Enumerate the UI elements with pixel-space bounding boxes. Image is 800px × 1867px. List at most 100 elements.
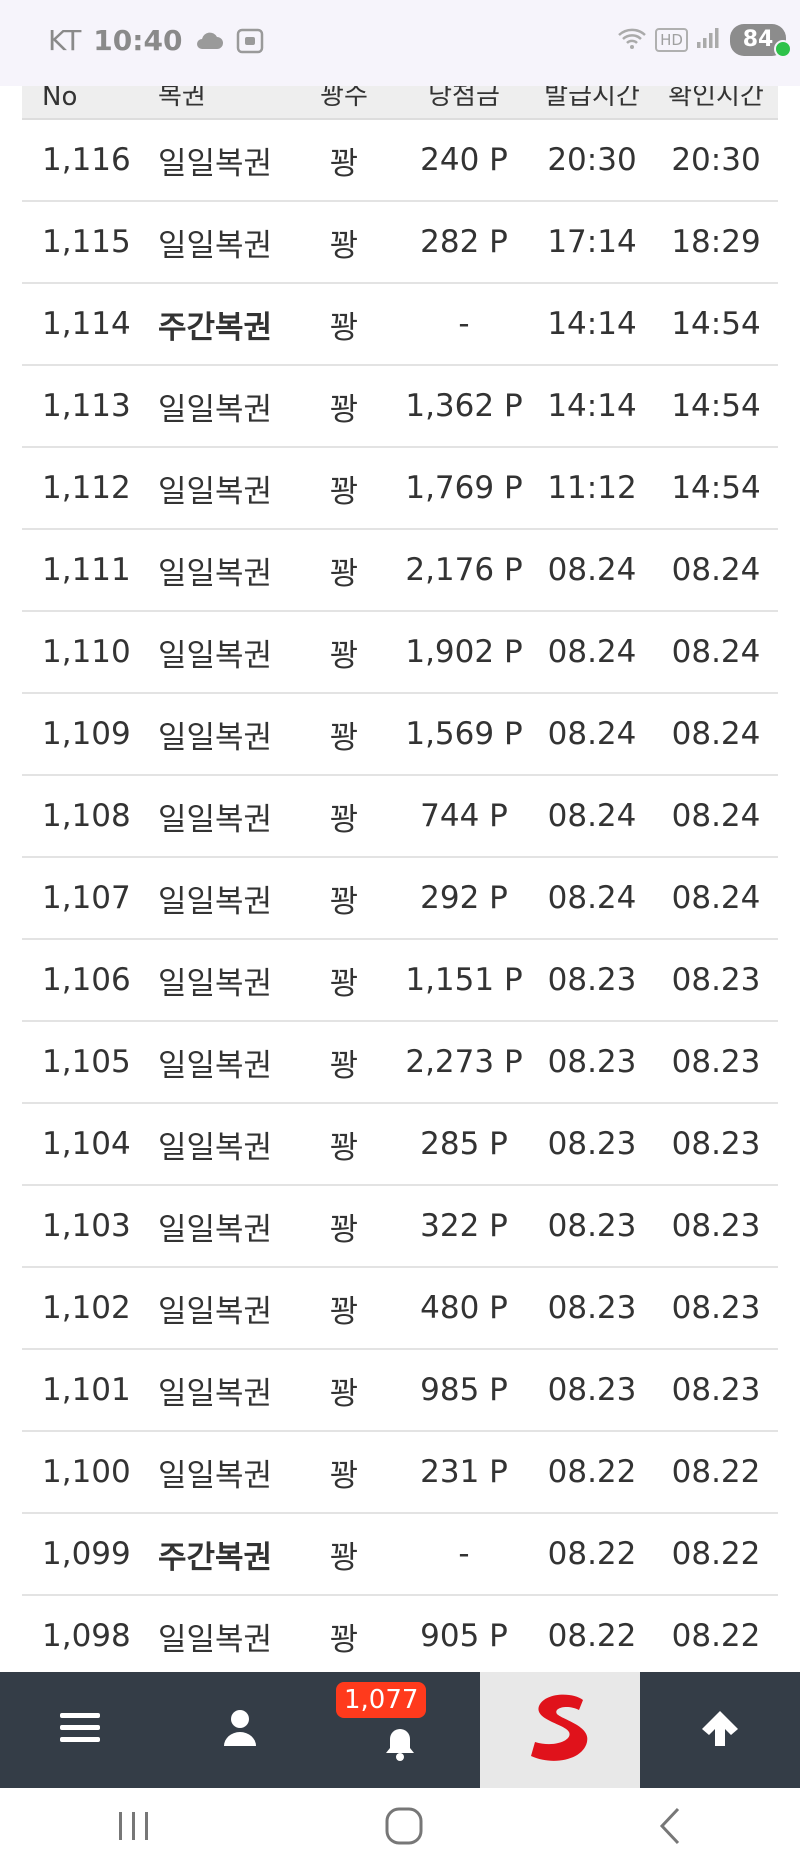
- row-lottery-type: 주간복권: [158, 309, 273, 346]
- row-result: 꽝: [329, 555, 359, 592]
- row-result: 꽝: [329, 1621, 359, 1658]
- row-checked-time: 18:29: [671, 224, 761, 260]
- notifications-button[interactable]: 1,077: [320, 1672, 480, 1788]
- row-lottery-type: 주간복권: [158, 1539, 273, 1576]
- back-button[interactable]: [656, 1806, 684, 1850]
- cloud-icon: [194, 31, 224, 51]
- row-number: 1,116: [42, 142, 131, 178]
- row-lottery-type: 일일복권: [158, 227, 273, 264]
- table-row: 1,106 일일복권 꽝 1,151 P 08.23 08.23: [22, 940, 778, 1022]
- row-issued-time: 08.22: [547, 1536, 637, 1572]
- row-checked-time: 08.22: [671, 1536, 761, 1572]
- table-row: 1,102 일일복권 꽝 480 P 08.23 08.23: [22, 1268, 778, 1350]
- row-lottery-type: 일일복권: [158, 1293, 273, 1330]
- site-logo: [525, 1690, 595, 1770]
- table-row: 1,108 일일복권 꽝 744 P 08.24 08.24: [22, 776, 778, 858]
- row-number: 1,110: [42, 634, 131, 670]
- row-issued-time: 08.23: [547, 1208, 637, 1244]
- scroll-top-button[interactable]: [640, 1672, 800, 1788]
- notification-badge: 1,077: [336, 1682, 427, 1718]
- status-right: HD 84: [617, 24, 792, 58]
- wifi-icon: [617, 26, 647, 54]
- row-number: 1,105: [42, 1044, 131, 1080]
- row-lottery-type: 일일복권: [158, 1211, 273, 1248]
- row-issued-time: 08.23: [547, 962, 637, 998]
- battery-indicator: 84: [730, 24, 792, 58]
- row-result: 꽝: [329, 637, 359, 674]
- status-bar: KT 10:40 HD 84: [0, 0, 800, 86]
- table-row: 1,107 일일복권 꽝 292 P 08.24 08.24: [22, 858, 778, 940]
- row-number: 1,114: [42, 306, 131, 342]
- table-body: 1,116 일일복권 꽝 240 P 20:30 20:30 1,115 일일복권 꽝 282 P…: [22, 120, 778, 1678]
- row-checked-time: 08.23: [671, 962, 761, 998]
- row-issued-time: 08.24: [547, 716, 637, 752]
- row-prize: 292 P: [420, 880, 508, 916]
- arrow-up-icon: [700, 1709, 740, 1751]
- row-prize: 322 P: [420, 1208, 508, 1244]
- table-row: 1,098 일일복권 꽝 905 P 08.22 08.22: [22, 1596, 778, 1678]
- row-prize: -: [458, 306, 470, 342]
- row-lottery-type: 일일복권: [158, 145, 273, 182]
- menu-button[interactable]: [0, 1672, 160, 1788]
- lottery-table: No 복권 꽝수 당첨금 발급시간 확인시간 1,116 일일복권 꽝 240 P 20…: [22, 40, 778, 1678]
- row-result: 꽝: [329, 1129, 359, 1166]
- row-issued-time: 20:30: [547, 142, 637, 178]
- android-nav-bar: [0, 1788, 800, 1867]
- table-row: 1,101 일일복권 꽝 985 P 08.23 08.23: [22, 1350, 778, 1432]
- row-number: 1,102: [42, 1290, 131, 1326]
- row-number: 1,113: [42, 388, 131, 424]
- profile-button[interactable]: [160, 1672, 320, 1788]
- row-checked-time: 14:54: [671, 388, 761, 424]
- carrier-label: KT: [48, 24, 82, 57]
- home-button[interactable]: [384, 1806, 424, 1850]
- row-number: 1,111: [42, 552, 131, 588]
- row-prize: 744 P: [420, 798, 508, 834]
- header-no: No: [42, 82, 78, 112]
- row-result: 꽝: [329, 1211, 359, 1248]
- row-lottery-type: 일일복권: [158, 1621, 273, 1658]
- row-checked-time: 08.24: [671, 634, 761, 670]
- row-checked-time: 08.24: [671, 716, 761, 752]
- row-prize: -: [458, 1536, 470, 1572]
- row-issued-time: 08.22: [547, 1454, 637, 1490]
- row-issued-time: 14:14: [547, 306, 637, 342]
- row-result: 꽝: [329, 1375, 359, 1412]
- row-issued-time: 08.23: [547, 1126, 637, 1162]
- row-prize: 285 P: [420, 1126, 508, 1162]
- row-prize: 231 P: [420, 1454, 508, 1490]
- row-lottery-type: 일일복권: [158, 1047, 273, 1084]
- bell-icon: [380, 1725, 420, 1765]
- table-row: 1,105 일일복권 꽝 2,273 P 08.23 08.23: [22, 1022, 778, 1104]
- battery-level: 84: [742, 27, 774, 52]
- row-checked-time: 08.22: [671, 1454, 761, 1490]
- recent-apps-button[interactable]: [116, 1810, 152, 1846]
- row-result: 꽝: [329, 1539, 359, 1576]
- screenshot-icon: [236, 28, 264, 54]
- row-lottery-type: 일일복권: [158, 473, 273, 510]
- user-icon: [223, 1709, 257, 1751]
- row-number: 1,100: [42, 1454, 131, 1490]
- home-logo-button[interactable]: [480, 1672, 640, 1788]
- row-issued-time: 08.24: [547, 552, 637, 588]
- row-number: 1,101: [42, 1372, 131, 1408]
- row-checked-time: 08.24: [671, 798, 761, 834]
- row-prize: 1,769 P: [405, 470, 523, 506]
- table-row: 1,111 일일복권 꽝 2,176 P 08.24 08.24: [22, 530, 778, 612]
- row-result: 꽝: [329, 801, 359, 838]
- row-issued-time: 08.24: [547, 880, 637, 916]
- row-lottery-type: 일일복권: [158, 555, 273, 592]
- row-result: 꽝: [329, 145, 359, 182]
- menu-icon: [60, 1711, 100, 1749]
- row-number: 1,115: [42, 224, 131, 260]
- row-checked-time: 08.23: [671, 1372, 761, 1408]
- table-row: 1,104 일일복권 꽝 285 P 08.23 08.23: [22, 1104, 778, 1186]
- row-lottery-type: 일일복권: [158, 719, 273, 756]
- row-lottery-type: 일일복권: [158, 1375, 273, 1412]
- row-prize: 240 P: [420, 142, 508, 178]
- status-left: KT 10:40: [48, 24, 264, 57]
- row-checked-time: 14:54: [671, 470, 761, 506]
- row-issued-time: 14:14: [547, 388, 637, 424]
- row-checked-time: 08.23: [671, 1290, 761, 1326]
- row-issued-time: 08.23: [547, 1044, 637, 1080]
- row-number: 1,099: [42, 1536, 131, 1572]
